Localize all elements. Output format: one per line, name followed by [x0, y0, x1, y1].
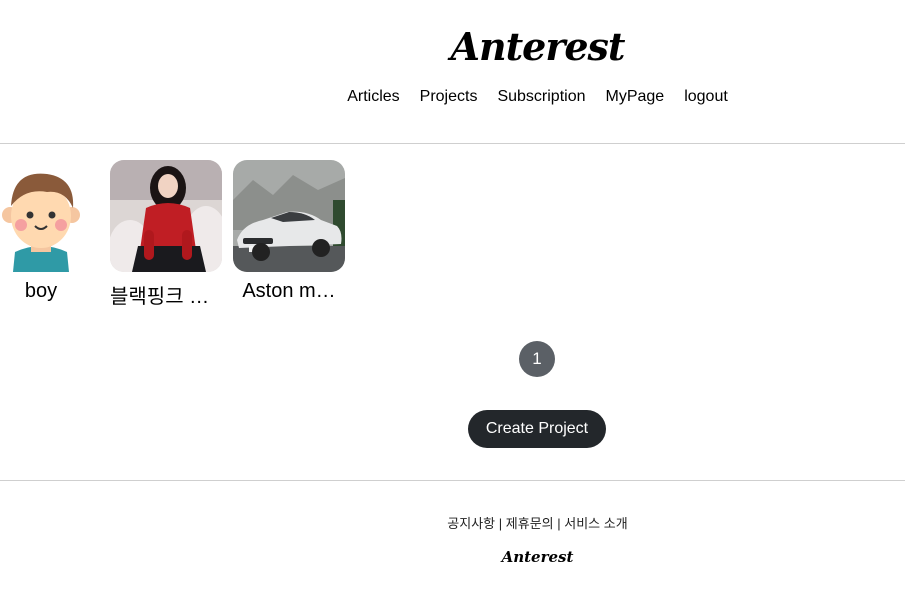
footer-divider	[0, 480, 905, 481]
nav-articles[interactable]: Articles	[347, 88, 399, 106]
boy-avatar-icon	[0, 160, 97, 272]
header-divider	[0, 143, 905, 144]
nav-mypage[interactable]: MyPage	[606, 88, 665, 106]
nav-logout[interactable]: logout	[684, 88, 728, 106]
footer-separator: |	[557, 516, 561, 531]
create-project-button[interactable]: Create Project	[468, 410, 606, 448]
footer-logo: Anterest	[501, 548, 574, 566]
page: Anterest Articles Projects Subscription …	[0, 0, 905, 611]
photo-white-car	[233, 160, 345, 272]
footer-link-partnership[interactable]: 제휴문의	[506, 516, 554, 531]
footer-separator: |	[498, 516, 503, 531]
project-card[interactable]: boy	[0, 160, 97, 303]
photo-woman-red-dress	[110, 160, 222, 272]
footer-link-about[interactable]: 서비스 소개	[564, 516, 627, 531]
site-logo[interactable]: Anterest	[0, 24, 905, 69]
main-nav: Articles Projects Subscription MyPage lo…	[0, 88, 905, 106]
nav-projects[interactable]: Projects	[420, 88, 478, 106]
project-card[interactable]: 블랙핑크 지수	[110, 160, 222, 309]
project-title: boy	[24, 280, 58, 302]
project-card[interactable]: Aston m…	[233, 160, 345, 303]
project-title: Aston m…	[242, 280, 336, 302]
nav-subscription[interactable]: Subscription	[497, 88, 585, 106]
footer-link-notice[interactable]: 공지사항	[447, 516, 495, 531]
pagination-page-1[interactable]: 1	[519, 341, 555, 377]
project-title: 블랙핑크 지수	[110, 286, 222, 308]
footer-links: 공지사항 | 제휴문의 | 서비스 소개	[0, 513, 905, 532]
